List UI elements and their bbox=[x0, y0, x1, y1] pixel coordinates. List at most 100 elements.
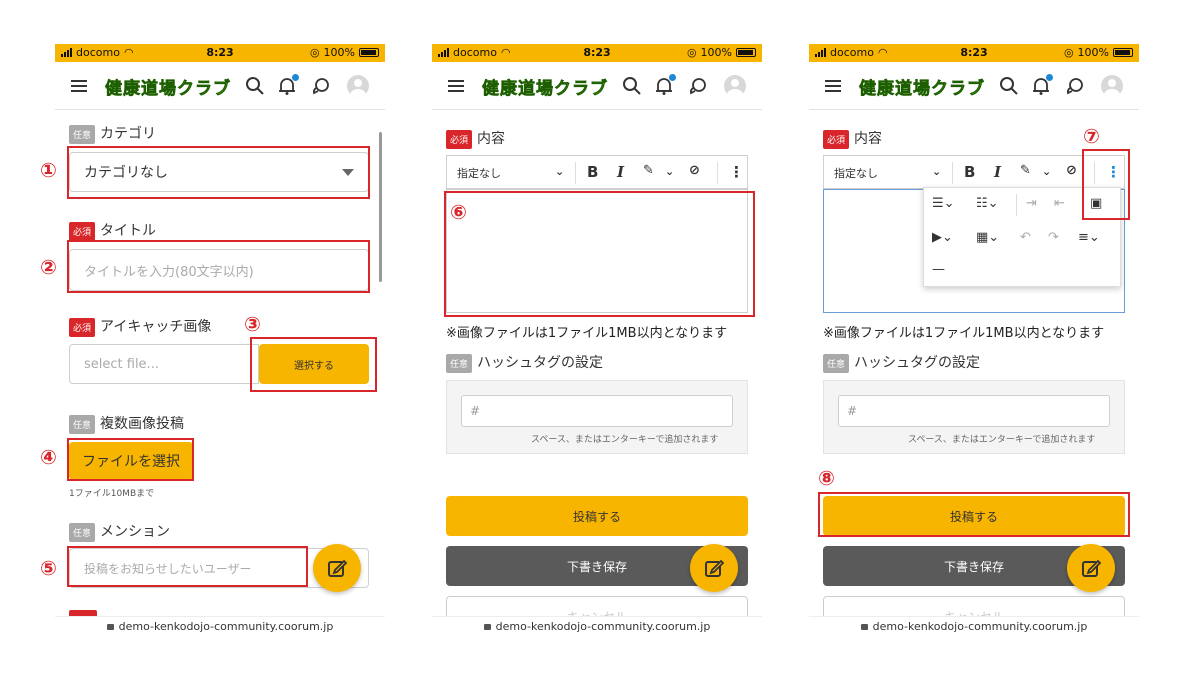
cancel-button[interactable]: キャンセル bbox=[823, 596, 1125, 616]
table-icon[interactable]: ▦⌄ bbox=[976, 230, 999, 245]
bold-icon[interactable]: B bbox=[964, 163, 975, 181]
annotation-7: ⑦ bbox=[1083, 124, 1100, 148]
compose-button[interactable] bbox=[313, 544, 361, 592]
annotation-1: ① bbox=[40, 158, 57, 182]
optional-tag: 任意 bbox=[69, 124, 96, 144]
chat-icon[interactable] bbox=[311, 76, 331, 96]
multi-image-label-text: 複数画像投稿 bbox=[100, 416, 185, 432]
hashtag-hint: スペース、またはエンターキーで追加されます bbox=[531, 435, 719, 445]
browser-url-bar: demo-kenkodojo-community.coorum.jp bbox=[432, 616, 762, 638]
app-logo[interactable]: 健康道場クラブ bbox=[482, 74, 608, 100]
cancel-button-label: キャンセル bbox=[944, 608, 1004, 617]
chat-icon[interactable] bbox=[1065, 76, 1085, 96]
annotation-4: ④ bbox=[40, 445, 57, 469]
optional-tag: 任意 bbox=[69, 414, 96, 434]
content-label-text: 内容 bbox=[477, 131, 506, 147]
multi-image-label: 任意 複数画像投稿 bbox=[69, 413, 184, 434]
optional-tag: 任意 bbox=[446, 353, 473, 373]
app-header: 健康道場クラブ bbox=[809, 62, 1139, 110]
avatar[interactable] bbox=[347, 75, 369, 97]
redo-icon[interactable]: ↷ bbox=[1048, 230, 1059, 245]
link-icon[interactable]: ⊘ bbox=[689, 163, 700, 178]
search-icon[interactable] bbox=[999, 76, 1019, 96]
chevron-down-icon[interactable]: ⌄ bbox=[555, 165, 564, 178]
undo-icon[interactable]: ↶ bbox=[1020, 230, 1031, 245]
content-label: 必須 内容 bbox=[446, 128, 505, 149]
image-size-note: ※画像ファイルは1ファイル1MB以内となります bbox=[823, 326, 1105, 341]
link-icon[interactable]: ⊘ bbox=[1066, 163, 1077, 178]
toolbar-divider bbox=[717, 162, 718, 184]
title-label-text: タイトル bbox=[100, 223, 157, 239]
title-label: 必須 タイトル bbox=[69, 220, 156, 241]
outdent-icon[interactable]: ⇤ bbox=[1054, 196, 1065, 211]
lock-icon bbox=[483, 624, 491, 630]
category-label: 任意 カテゴリ bbox=[69, 123, 156, 144]
content-label: 必須 内容 bbox=[823, 128, 882, 149]
chevron-down-icon[interactable]: ⌄ bbox=[665, 165, 674, 178]
menu-icon[interactable] bbox=[71, 80, 87, 92]
required-tag: 必須 bbox=[446, 129, 473, 149]
app-logo[interactable]: 健康道場クラブ bbox=[105, 74, 231, 100]
scrollbar[interactable] bbox=[379, 132, 382, 282]
mention-label-text: メンション bbox=[100, 524, 171, 540]
more-icon[interactable]: ⋮ bbox=[729, 163, 744, 181]
numbered-list-icon[interactable]: ☷⌄ bbox=[976, 196, 999, 211]
align-icon[interactable]: ≡⌄ bbox=[1078, 230, 1100, 245]
annotation-5: ⑤ bbox=[40, 556, 57, 580]
menu-icon[interactable] bbox=[448, 80, 464, 92]
status-bar: docomo ◠ 8:23 ◎ 100% bbox=[432, 44, 762, 62]
video-icon[interactable]: ▶⌄ bbox=[932, 230, 953, 245]
app-logo[interactable]: 健康道場クラブ bbox=[859, 74, 985, 100]
notification-dot bbox=[669, 74, 676, 81]
highlight-box-4 bbox=[67, 438, 194, 481]
search-icon[interactable] bbox=[622, 76, 642, 96]
edit-icon bbox=[1082, 559, 1102, 577]
toolbar-divider bbox=[1016, 194, 1017, 216]
hashtag-area: # スペース、またはエンターキーで追加されます bbox=[823, 380, 1125, 454]
required-tag: 必須 bbox=[69, 221, 96, 241]
italic-icon[interactable]: I bbox=[994, 163, 1001, 181]
status-bar: docomo ◠ 8:23 ◎ 100% bbox=[55, 44, 385, 62]
chevron-down-icon[interactable]: ⌄ bbox=[932, 165, 941, 178]
cancel-button[interactable]: キャンセル bbox=[446, 596, 748, 616]
hashtag-area: # スペース、またはエンターキーで追加されます bbox=[446, 380, 748, 454]
bullet-list-icon[interactable]: ☰⌄ bbox=[932, 196, 955, 211]
edit-icon bbox=[705, 559, 725, 577]
compose-button[interactable] bbox=[690, 544, 738, 592]
chat-icon[interactable] bbox=[688, 76, 708, 96]
battery-icon bbox=[359, 48, 379, 57]
hashtag-input[interactable]: # bbox=[461, 395, 733, 427]
highlight-icon[interactable]: ✎ bbox=[1020, 163, 1031, 178]
optional-tag: 任意 bbox=[69, 522, 96, 542]
post-form: 必須 内容 指定なし ⌄ B I ✎ ⌄ ⊘ ⋮ ※画像ファイルは1ファイル1MB… bbox=[432, 110, 762, 616]
hashtag-label: 任意 ハッシュタグの設定 bbox=[823, 352, 980, 373]
content-label-text: 内容 bbox=[854, 131, 883, 147]
required-tag: 必須 bbox=[823, 129, 850, 149]
hashtag-placeholder: # bbox=[470, 404, 481, 418]
cancel-button-label: キャンセル bbox=[567, 608, 627, 617]
hashtag-input[interactable]: # bbox=[838, 395, 1110, 427]
divider-icon[interactable]: — bbox=[932, 262, 945, 277]
bold-icon[interactable]: B bbox=[587, 163, 598, 181]
post-button[interactable]: 投稿する bbox=[446, 496, 748, 536]
battery-percent: 100% bbox=[323, 46, 355, 59]
italic-icon[interactable]: I bbox=[617, 163, 624, 181]
search-icon[interactable] bbox=[245, 76, 265, 96]
highlight-box-3 bbox=[250, 337, 377, 392]
chevron-down-icon[interactable]: ⌄ bbox=[1042, 165, 1051, 178]
annotation-6: ⑥ bbox=[450, 200, 467, 224]
editor-toolbar: 指定なし ⌄ B I ✎ ⌄ ⊘ ⋮ bbox=[823, 155, 1125, 189]
highlight-icon[interactable]: ✎ bbox=[643, 163, 654, 178]
avatar[interactable] bbox=[724, 75, 746, 97]
format-select[interactable]: 指定なし bbox=[457, 165, 501, 181]
menu-icon[interactable] bbox=[825, 80, 841, 92]
compose-button[interactable] bbox=[1067, 544, 1115, 592]
eyecatch-file-input[interactable]: select file... bbox=[69, 344, 259, 384]
indent-icon[interactable]: ⇥ bbox=[1026, 196, 1037, 211]
alarm-icon: ◎ bbox=[309, 46, 320, 59]
app-header: 健康道場クラブ bbox=[432, 62, 762, 110]
format-select[interactable]: 指定なし bbox=[834, 165, 878, 181]
category-label-text: カテゴリ bbox=[100, 126, 157, 142]
annotation-8: ⑧ bbox=[818, 466, 835, 490]
avatar[interactable] bbox=[1101, 75, 1123, 97]
